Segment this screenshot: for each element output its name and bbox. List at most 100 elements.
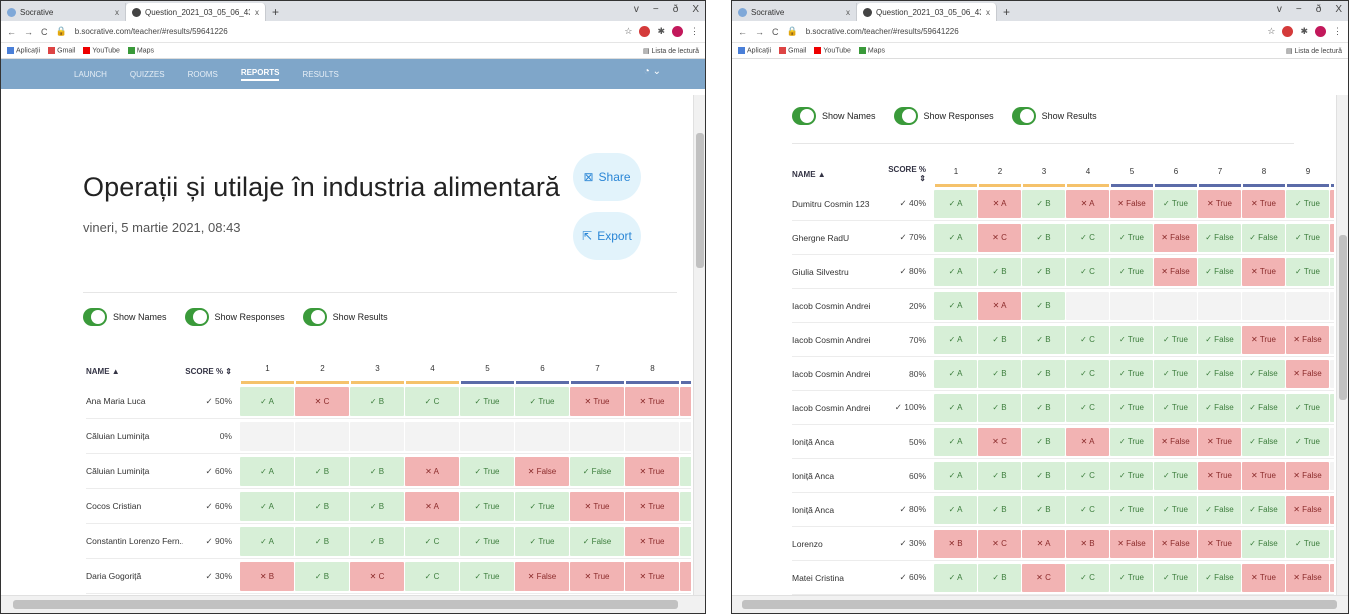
correct-answer-cell[interactable]: ✓ A <box>934 325 977 354</box>
wrong-answer-cell[interactable]: ✕ A <box>978 189 1021 218</box>
wrong-answer-cell[interactable]: ✕ False <box>1154 529 1197 558</box>
correct-answer-cell[interactable]: ✓ B <box>1022 223 1065 252</box>
correct-answer-cell[interactable]: ✓ B <box>978 325 1021 354</box>
bookmark-gmail[interactable]: Gmail <box>779 46 806 54</box>
question-header[interactable]: 9 <box>1286 161 1330 187</box>
correct-answer-cell[interactable]: ✓ True <box>460 456 514 486</box>
minimize-button[interactable]: − <box>1296 4 1302 15</box>
extensions-icon[interactable]: ✱ <box>1300 26 1308 37</box>
nav-launch[interactable]: LAUNCH <box>74 70 107 79</box>
table-row[interactable]: Daria Gogoriță ✓ 30% ✕ B ✓ B ✕ C ✓ C ✓ True ✕ F… <box>86 559 691 594</box>
nav-rooms[interactable]: ROOMS <box>188 70 218 79</box>
question-header[interactable]: 7 <box>1198 161 1242 187</box>
scroll-thumb[interactable] <box>696 133 704 268</box>
scroll-thumb[interactable] <box>1339 235 1347 400</box>
question-header[interactable]: 6 <box>515 358 570 384</box>
wrong-answer-cell[interactable]: ✕ False <box>1154 427 1197 456</box>
empty-answer-cell[interactable] <box>350 421 404 451</box>
wrong-answer-cell[interactable]: ✕ True <box>1198 427 1241 456</box>
question-header[interactable]: 8 <box>1242 161 1286 187</box>
student-name[interactable]: Dumitru Cosmin 123 <box>792 199 886 209</box>
reading-list[interactable]: ▤ Lista de lectură <box>643 47 699 55</box>
tab-socrative[interactable]: Socrative x <box>1 3 126 21</box>
correct-answer-cell[interactable]: ✓ False <box>1242 427 1285 456</box>
avatar-icon[interactable] <box>1315 26 1326 37</box>
wrong-answer-cell[interactable]: ✕ False <box>1110 189 1153 218</box>
correct-answer-cell[interactable]: ✓ True <box>1154 189 1197 218</box>
tab-question[interactable]: Question_2021_03_05_06_43_C( x <box>857 3 997 21</box>
correct-answer-cell[interactable]: ✓ B <box>1022 427 1065 456</box>
nav-quizzes[interactable]: QUIZZES <box>130 70 165 79</box>
student-name[interactable]: Lorenzo <box>792 539 886 549</box>
correct-answer-cell[interactable]: ✓ C <box>1066 393 1109 422</box>
toggle-show-names[interactable]: Show Names <box>83 308 167 326</box>
correct-answer-cell[interactable]: ✓ B <box>295 456 349 486</box>
switch[interactable] <box>1011 107 1036 125</box>
maximize-button[interactable]: ð <box>673 4 679 15</box>
tab-question[interactable]: Question_2021_03_05_06_43_C( x <box>126 3 266 21</box>
correct-answer-cell[interactable]: ✓ B <box>1022 189 1065 218</box>
correct-answer-cell[interactable]: ✓ B <box>350 491 404 521</box>
table-row[interactable]: Dumitru Cosmin 123 ✓ 40% ✓ A ✕ A ✓ B ✕ A ✕ Fal… <box>792 187 1334 221</box>
correct-answer-cell[interactable]: ✓ True <box>1110 325 1153 354</box>
correct-answer-cell[interactable]: ✓ C <box>1066 257 1109 286</box>
empty-answer-cell[interactable] <box>625 421 679 451</box>
correct-answer-cell[interactable]: ✓ False <box>1242 393 1285 422</box>
correct-answer-cell[interactable]: ✓ A <box>934 427 977 456</box>
wrong-answer-cell[interactable]: ✕ False <box>1286 495 1329 524</box>
correct-answer-cell[interactable]: ✓ True <box>1110 393 1153 422</box>
question-header[interactable]: 5 <box>1110 161 1154 187</box>
correct-answer-cell[interactable]: ✓ False <box>1242 223 1285 252</box>
question-header[interactable]: 2 <box>978 161 1022 187</box>
wrong-answer-cell[interactable]: ✕ A <box>1066 427 1109 456</box>
reload-icon[interactable]: C <box>41 27 48 37</box>
correct-answer-cell[interactable]: ✓ B <box>350 386 404 416</box>
wrong-answer-cell[interactable]: ✕ <box>1330 495 1334 524</box>
correct-answer-cell[interactable]: ✓ C <box>1066 461 1109 490</box>
correct-answer-cell[interactable]: ✓ B <box>1022 461 1065 490</box>
extension-icon[interactable] <box>639 26 651 37</box>
wrong-answer-cell[interactable]: ✕ True <box>1198 461 1241 490</box>
student-name[interactable]: Ana Maria Luca <box>86 396 183 406</box>
correct-answer-cell[interactable]: ✓ True <box>515 386 569 416</box>
correct-answer-cell[interactable]: ✓ <box>1330 393 1334 422</box>
star-icon[interactable]: ☆ <box>1267 26 1275 37</box>
wrong-answer-cell[interactable]: ✕ <box>1330 189 1334 218</box>
toggle-show-responses[interactable]: Show Responses <box>184 308 285 326</box>
wrong-answer-cell[interactable]: ✕ True <box>1242 189 1285 218</box>
back-icon[interactable]: ← <box>738 27 747 37</box>
student-name[interactable]: Matei Cristina <box>792 573 886 583</box>
back-icon[interactable]: ← <box>7 27 16 37</box>
correct-answer-cell[interactable]: ✓ C <box>1066 495 1109 524</box>
toggle-show-results[interactable]: Show Results <box>302 308 388 326</box>
correct-answer-cell[interactable]: ✓ B <box>1022 359 1065 388</box>
scroll-thumb[interactable] <box>13 600 678 609</box>
correct-answer-cell[interactable]: ✓ B <box>295 491 349 521</box>
correct-answer-cell[interactable]: ✓ True <box>1154 495 1197 524</box>
correct-answer-cell[interactable]: ✓ A <box>240 526 294 556</box>
correct-answer-cell[interactable]: ✓ B <box>350 526 404 556</box>
wrong-answer-cell[interactable]: ✕ False <box>1154 223 1197 252</box>
wrong-answer-cell[interactable]: ✕ A <box>405 456 459 486</box>
bookmark-apps[interactable]: Aplicații <box>738 46 771 54</box>
vertical-scrollbar[interactable] <box>1336 95 1348 595</box>
student-name[interactable]: Iacob Cosmin Andrei <box>792 403 886 413</box>
reload-icon[interactable]: C <box>772 27 779 37</box>
wrong-answer-cell[interactable]: ✕ A <box>405 491 459 521</box>
wrong-answer-cell[interactable]: ✕ False <box>1286 563 1329 592</box>
wrong-answer-cell[interactable]: ✕ C <box>350 561 404 591</box>
wrong-answer-cell[interactable]: ✕ True <box>1242 563 1285 592</box>
close-tab-icon[interactable]: x <box>846 8 850 17</box>
correct-answer-cell[interactable]: ✓ B <box>978 359 1021 388</box>
correct-answer-cell[interactable]: ✓ B <box>1022 495 1065 524</box>
tab-socrative[interactable]: Socrative x <box>732 3 857 21</box>
student-name[interactable]: Căluian Luminița <box>86 466 183 476</box>
extension-icon[interactable] <box>1282 26 1294 37</box>
question-header[interactable]: 7 <box>570 358 625 384</box>
table-row[interactable]: Căluian Luminița 0% <box>86 419 691 454</box>
correct-answer-cell[interactable]: ✓ C <box>405 526 459 556</box>
close-tab-icon[interactable]: x <box>986 8 990 17</box>
switch[interactable] <box>302 308 327 326</box>
scroll-thumb[interactable] <box>742 600 1337 609</box>
empty-answer-cell[interactable] <box>1110 291 1153 320</box>
